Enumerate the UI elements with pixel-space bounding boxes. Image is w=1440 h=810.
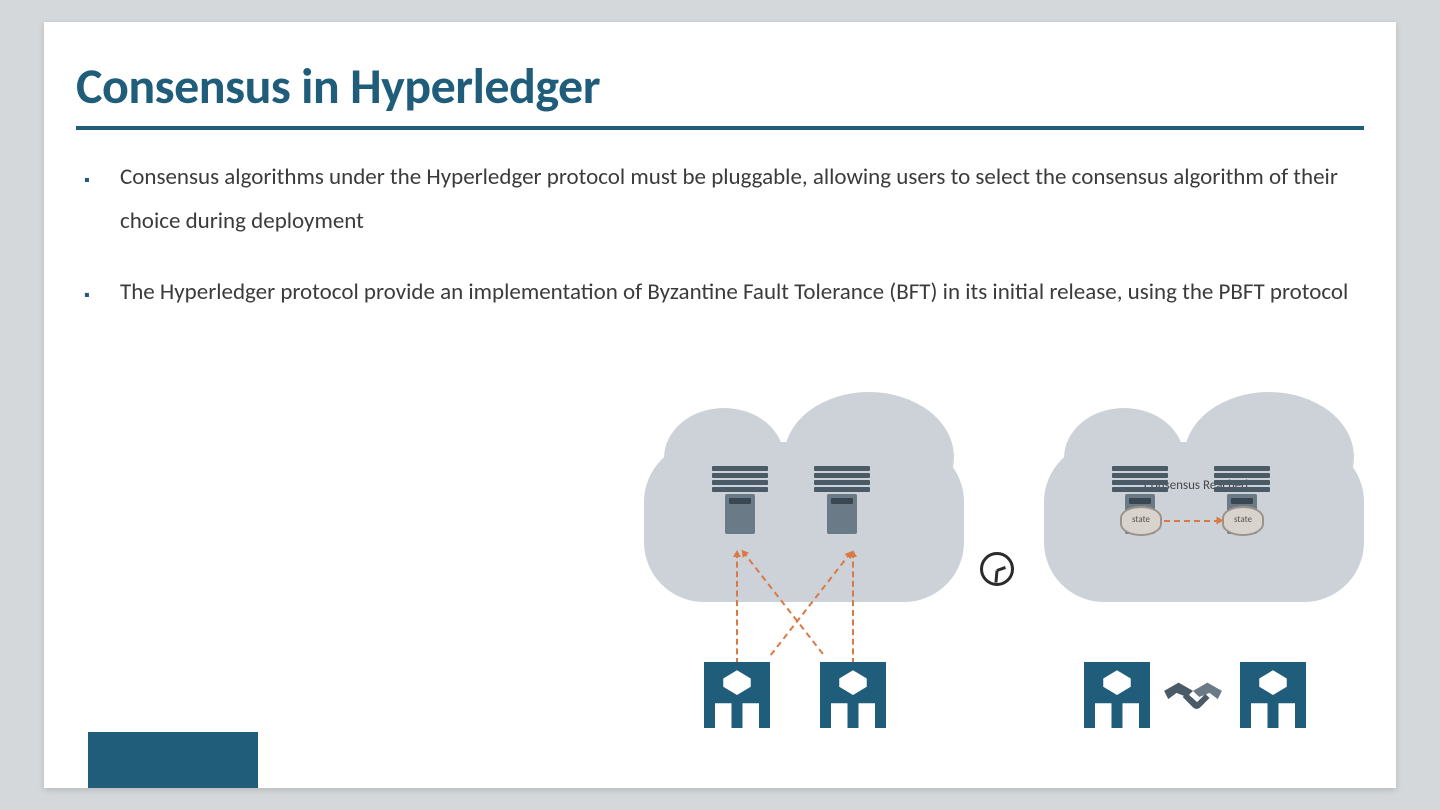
participant-icon <box>704 662 770 728</box>
title-underline <box>76 126 1364 130</box>
bullet-item: ▪ The Hyperledger protocol provide an im… <box>84 271 1364 315</box>
state-database-icon <box>1120 506 1162 536</box>
state-sync-arrow-icon <box>1164 520 1220 522</box>
bullet-marker-icon: ▪ <box>84 271 120 311</box>
transaction-arrow-icon <box>736 552 738 664</box>
slide-title: Consensus in Hyperledger <box>76 56 600 117</box>
bullet-item: ▪ Consensus algorithms under the Hyperle… <box>84 156 1364 243</box>
participant-icon <box>1240 662 1306 728</box>
bullet-marker-icon: ▪ <box>84 156 120 196</box>
bullet-list: ▪ Consensus algorithms under the Hyperle… <box>84 156 1364 343</box>
slide: Consensus in Hyperledger ▪ Consensus alg… <box>44 22 1396 788</box>
server-icon <box>814 466 870 534</box>
cloud-left-icon <box>644 442 964 602</box>
bullet-text: The Hyperledger protocol provide an impl… <box>120 271 1364 315</box>
participant-icon <box>820 662 886 728</box>
bullet-text: Consensus algorithms under the Hyperledg… <box>120 156 1364 243</box>
state-database-icon <box>1222 506 1264 536</box>
transaction-arrow-icon <box>852 552 854 664</box>
handshake-icon <box>1160 672 1226 722</box>
participant-icon <box>1084 662 1150 728</box>
cloud-right-icon <box>1044 442 1364 602</box>
consensus-diagram: Consensus Reached <box>644 402 1364 762</box>
server-icon <box>712 466 768 534</box>
footer-accent-block <box>88 732 258 788</box>
clock-icon <box>980 552 1014 586</box>
